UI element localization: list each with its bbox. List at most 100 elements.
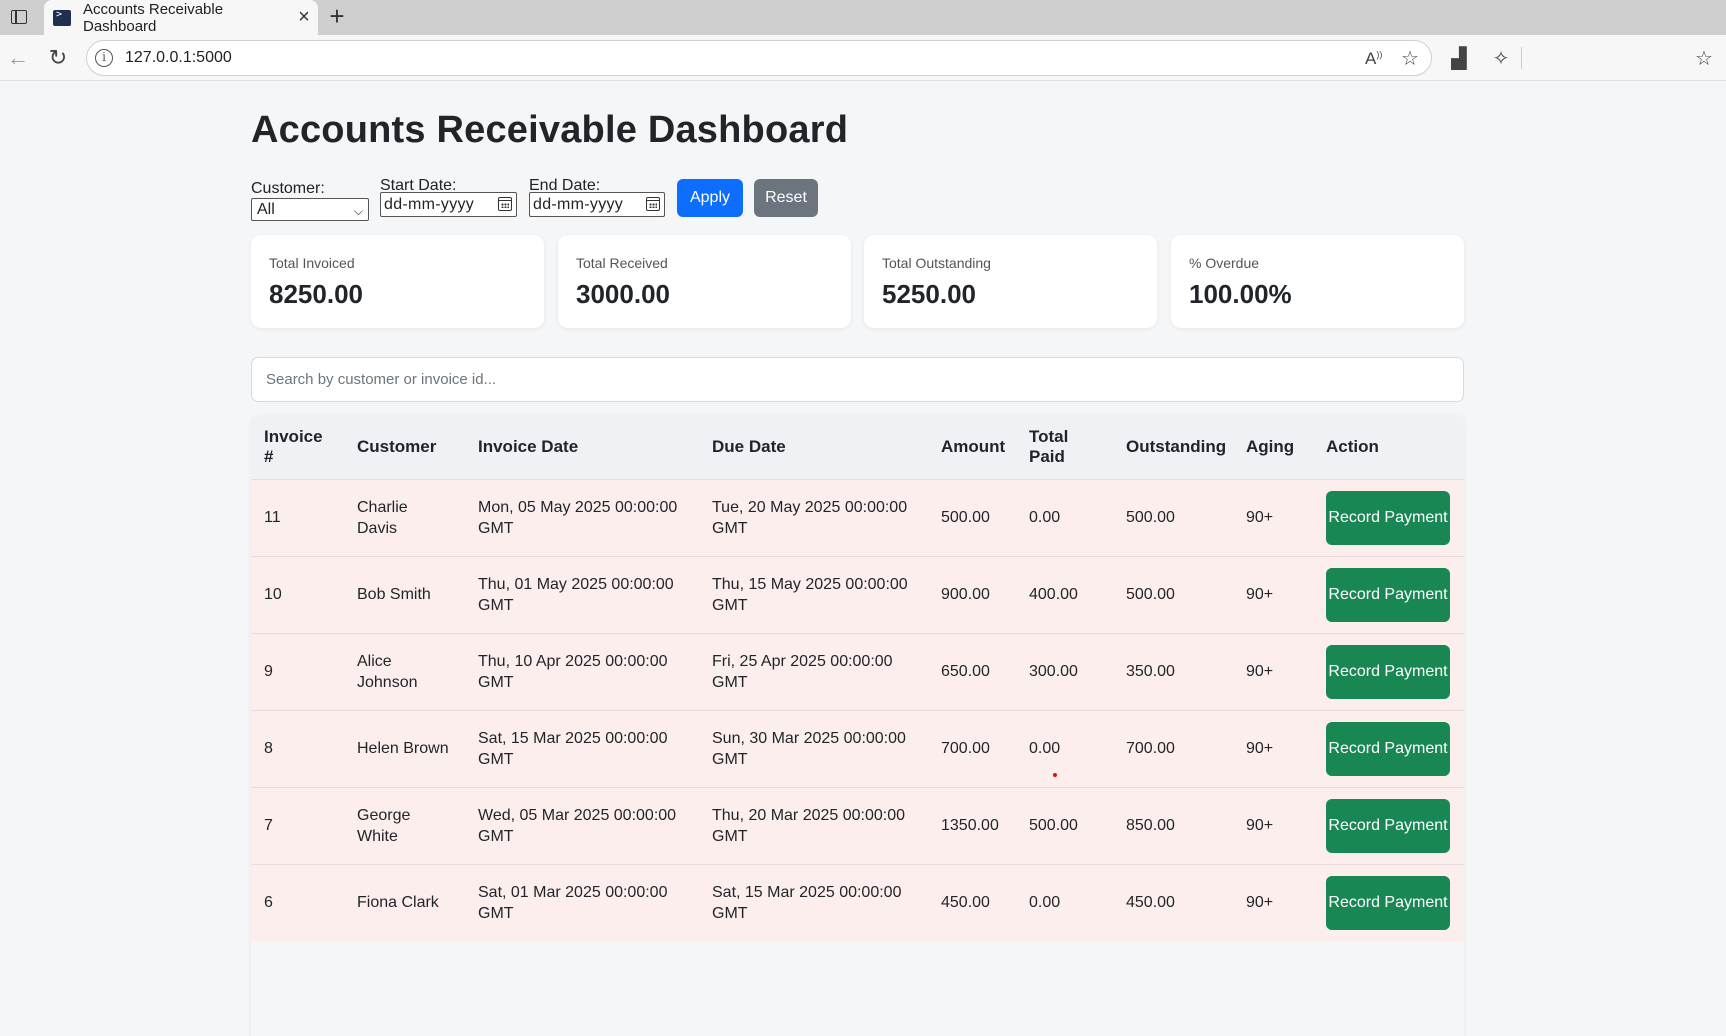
header-invoice-date[interactable]: Invoice Date xyxy=(465,415,699,479)
cell-paid: 500.00 xyxy=(1016,786,1113,864)
card-value: 3000.00 xyxy=(576,279,670,309)
url-field[interactable]: i 127.0.0.1:5000 A)) ☆ xyxy=(86,40,1432,76)
record-payment-button[interactable]: Record Payment xyxy=(1326,567,1450,622)
table-row: 10 Bob Smith Thu, 01 May 2025 00:00:00 G… xyxy=(251,555,1464,633)
cell-invoice-date: Mon, 05 May 2025 00:00:00 GMT xyxy=(465,478,699,556)
site-info-icon[interactable]: i xyxy=(95,49,113,67)
customer-select-value: All xyxy=(257,201,275,218)
cell-amount: 900.00 xyxy=(928,555,1016,633)
header-outstanding[interactable]: Outstanding xyxy=(1113,415,1233,479)
cell-due-date: Thu, 20 Mar 2025 00:00:00 GMT xyxy=(699,786,928,864)
chevron-down-icon: ⌵ xyxy=(353,204,363,218)
extensions-icon[interactable]: ✧ xyxy=(1485,42,1517,74)
card-value: 5250.00 xyxy=(882,279,976,309)
cell-outstanding: 500.00 xyxy=(1113,478,1233,556)
cell-due-date: Sun, 30 Mar 2025 00:00:00 GMT xyxy=(699,709,928,787)
cell-paid: 0.00 xyxy=(1016,709,1113,787)
cell-customer: Alice Johnson xyxy=(344,632,465,710)
browser-tab[interactable]: Accounts Receivable Dashboard × xyxy=(44,0,318,35)
reset-button[interactable]: Reset xyxy=(754,179,818,217)
record-payment-button[interactable]: Record Payment xyxy=(1326,644,1450,699)
cell-customer: Charlie Davis xyxy=(344,478,465,556)
cell-amount: 650.00 xyxy=(928,632,1016,710)
cell-invoice: 7 xyxy=(251,786,344,864)
cell-due-date: Tue, 20 May 2025 00:00:00 GMT xyxy=(699,478,928,556)
start-date-input[interactable]: dd-mm-yyyy xyxy=(380,192,517,217)
cell-invoice: 8 xyxy=(251,709,344,787)
total-invoiced-card: Total Invoiced 8250.00 xyxy=(251,235,544,328)
end-date-input[interactable]: dd-mm-yyyy xyxy=(529,192,665,217)
cell-aging: 90+ xyxy=(1233,709,1313,787)
total-outstanding-card: Total Outstanding 5250.00 xyxy=(864,235,1157,328)
record-payment-button[interactable]: Record Payment xyxy=(1326,798,1450,853)
tab-close-icon[interactable]: × xyxy=(290,6,318,29)
cell-action: Record Payment xyxy=(1313,555,1464,633)
cell-aging: 90+ xyxy=(1233,478,1313,556)
table-row: 6 Fiona Clark Sat, 01 Mar 2025 00:00:00 … xyxy=(251,863,1464,941)
record-payment-button[interactable]: Record Payment xyxy=(1326,721,1450,776)
cell-amount: 700.00 xyxy=(928,709,1016,787)
new-tab-icon[interactable]: + xyxy=(322,2,352,32)
cell-amount: 500.00 xyxy=(928,478,1016,556)
table-row: 7 George White Wed, 05 Mar 2025 00:00:00… xyxy=(251,786,1464,864)
end-date-filter: End Date: dd-mm-yyyy xyxy=(529,177,665,217)
percent-overdue-card: % Overdue 100.00% xyxy=(1171,235,1464,328)
header-invoice[interactable]: Invoice # xyxy=(251,415,344,479)
address-bar-row: ← ↻ i 127.0.0.1:5000 A)) ☆ ▟ ✧ ☆ xyxy=(0,35,1726,81)
tab-actions-icon[interactable] xyxy=(6,4,32,30)
header-aging[interactable]: Aging xyxy=(1233,415,1313,479)
cell-action: Record Payment xyxy=(1313,478,1464,556)
calendar-icon[interactable] xyxy=(498,197,512,211)
cell-action: Record Payment xyxy=(1313,786,1464,864)
cell-paid: 300.00 xyxy=(1016,632,1113,710)
start-date-filter: Start Date: dd-mm-yyyy xyxy=(380,177,517,217)
total-received-card: Total Received 3000.00 xyxy=(558,235,851,328)
cell-invoice: 11 xyxy=(251,478,344,556)
tab-title: Accounts Receivable Dashboard xyxy=(83,0,224,35)
table-row: 8 Helen Brown Sat, 15 Mar 2025 00:00:00 … xyxy=(251,709,1464,787)
cell-customer: Helen Brown xyxy=(344,709,465,787)
table-row: 9 Alice Johnson Thu, 10 Apr 2025 00:00:0… xyxy=(251,632,1464,710)
cell-outstanding: 500.00 xyxy=(1113,555,1233,633)
favorite-star-icon[interactable]: ☆ xyxy=(1401,46,1419,71)
cell-due-date: Fri, 25 Apr 2025 00:00:00 GMT xyxy=(699,632,928,710)
customer-filter: Customer: All ⌵ xyxy=(251,180,369,221)
cell-action: Record Payment xyxy=(1313,632,1464,710)
cell-invoice-date: Sat, 01 Mar 2025 00:00:00 GMT xyxy=(465,863,699,941)
cell-customer: George White xyxy=(344,786,465,864)
favorites-icon[interactable]: ☆ xyxy=(1688,42,1720,74)
header-action: Action xyxy=(1313,415,1464,479)
browser-tab-bar: Accounts Receivable Dashboard × + xyxy=(0,0,1726,35)
back-arrow-icon[interactable]: ← xyxy=(2,42,34,74)
cell-invoice-date: Sat, 15 Mar 2025 00:00:00 GMT xyxy=(465,709,699,787)
performance-icon[interactable]: ▟ xyxy=(1443,42,1475,74)
record-payment-button[interactable]: Record Payment xyxy=(1326,490,1450,545)
cell-invoice-date: Thu, 01 May 2025 00:00:00 GMT xyxy=(465,555,699,633)
toolbar-divider xyxy=(1521,47,1522,69)
header-amount[interactable]: Amount xyxy=(928,415,1016,479)
read-aloud-icon[interactable]: A)) xyxy=(1365,49,1382,69)
invoice-table: Invoice # Customer Invoice Date Due Date… xyxy=(251,415,1464,941)
card-title: Total Invoiced xyxy=(269,255,355,271)
cell-paid: 0.00 xyxy=(1016,478,1113,556)
header-total-paid[interactable]: Total Paid xyxy=(1016,415,1113,479)
cell-outstanding: 700.00 xyxy=(1113,709,1233,787)
calendar-icon[interactable] xyxy=(646,197,660,211)
cell-paid: 400.00 xyxy=(1016,555,1113,633)
cell-aging: 90+ xyxy=(1233,863,1313,941)
card-value: 8250.00 xyxy=(269,279,363,309)
search-input[interactable]: Search by customer or invoice id... xyxy=(251,357,1464,402)
cell-outstanding: 850.00 xyxy=(1113,786,1233,864)
record-payment-button[interactable]: Record Payment xyxy=(1326,875,1450,930)
page-title: Accounts Receivable Dashboard xyxy=(251,109,849,151)
customer-select[interactable]: All ⌵ xyxy=(251,198,369,221)
cell-due-date: Sat, 15 Mar 2025 00:00:00 GMT xyxy=(699,863,928,941)
cursor-dot xyxy=(1053,773,1057,777)
apply-button[interactable]: Apply xyxy=(677,179,743,217)
header-customer[interactable]: Customer xyxy=(344,415,465,479)
header-due-date[interactable]: Due Date xyxy=(699,415,928,479)
terminal-favicon-icon xyxy=(53,9,71,26)
cell-paid: 0.00 xyxy=(1016,863,1113,941)
reload-icon[interactable]: ↻ xyxy=(42,42,74,74)
cell-invoice: 6 xyxy=(251,863,344,941)
